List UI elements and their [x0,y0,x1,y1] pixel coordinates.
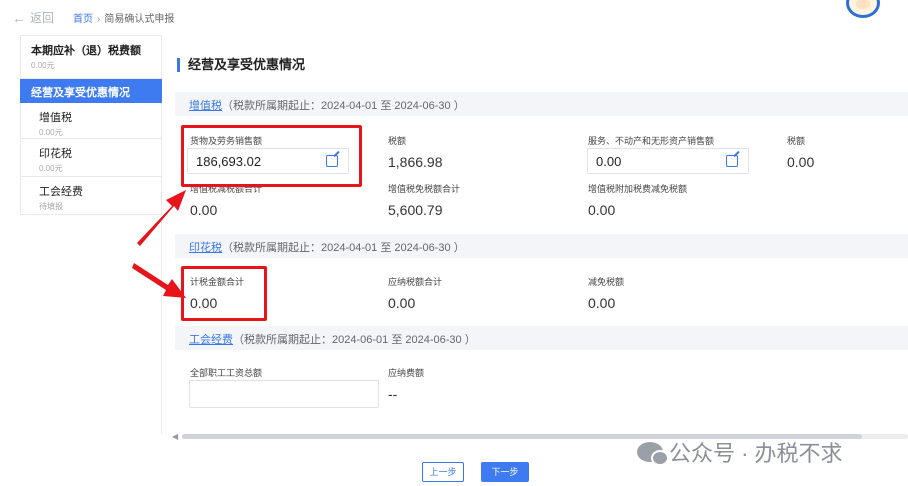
tax2-value: 0.00 [787,154,815,170]
services-sales-label: 服务、不动产和无形资产销售额 [588,136,715,146]
back-link[interactable]: ← 返回 [12,9,54,26]
stamp-period: （税款所属期起止：2024-04-01 至 2024-06-30 ） [222,242,465,254]
sidebar-item-vat[interactable]: 增值税 0.00元 [20,103,162,139]
sidebar-item-sub: 0.00元 [39,128,63,137]
reduction-total-value: 0.00 [190,202,218,218]
sidebar-item-label: 印花税 [39,148,72,160]
stamp-link[interactable]: 印花税 [189,242,222,254]
next-step-button[interactable]: 下一步 [481,462,529,482]
breadcrumb-home[interactable]: 首页 [73,14,93,25]
watermark-text: 公众号 · 办税不求 [669,441,843,466]
services-sales-value: 0.00 [596,154,622,169]
sidebar-item-sub: 0.00元 [39,164,63,173]
stamp-exempt-label: 减免税额 [588,277,625,287]
sidebar-item-label: 本期应补（退）税费额 [31,45,141,57]
stamp-exempt-value: 0.00 [588,295,616,311]
sidebar-item-label: 经营及享受优惠情况 [31,87,130,99]
sidebar-item-union[interactable]: 工会经费 待填报 [20,177,162,215]
highlight-taxable-amount [181,266,267,321]
payable-label: 应纳税额合计 [388,277,443,287]
exempt-total-label: 增值税免税额合计 [388,184,461,194]
section-title: 经营及享受优惠情况 [177,58,305,72]
sidebar-item-stamp[interactable]: 印花税 0.00元 [20,139,162,177]
payable-value: 0.00 [388,295,416,311]
edit-icon[interactable] [726,155,738,167]
stamp-band: 印花税（税款所属期起止：2024-04-01 至 2024-06-30 ） [175,234,908,258]
sidebar-item-label: 工会经费 [39,186,83,198]
surcharge-reduction-value: 0.00 [588,202,616,218]
highlight-goods-sales [181,125,362,187]
top-bar: ← 返回 首页 › 简易确认式申报 [0,0,908,30]
sidebar-item-sub: 0.00元 [31,61,55,70]
vat-period: （税款所属期起止：2024-04-01 至 2024-06-30 ） [222,100,465,112]
breadcrumb-separator: › [97,14,101,25]
avatar-face-icon [856,0,870,9]
avatar[interactable] [846,0,880,18]
breadcrumb: 首页 › 简易确认式申报 [73,10,174,25]
sidebar: 本期应补（退）税费额 0.00元 经营及享受优惠情况 增值税 0.00元 印花税… [20,35,162,435]
union-link[interactable]: 工会经费 [189,334,233,346]
union-band: 工会经费（税款所属期起止：2024-06-01 至 2024-06-30 ） [175,326,908,350]
sidebar-item-business[interactable]: 经营及享受优惠情况 [20,79,162,103]
sidebar-item-label: 增值税 [39,112,72,124]
sidebar-item-sub: 待填报 [39,202,63,211]
tax2-label: 税额 [787,136,806,146]
back-label: 返回 [30,11,55,25]
prev-step-button[interactable]: 上一步 [422,462,464,482]
arrow-left-icon: ← [12,9,26,26]
vat-band: 增值税（税款所属期起止：2024-04-01 至 2024-06-30 ） [175,92,908,116]
fee-label: 应纳费额 [388,368,425,378]
wages-input[interactable] [189,380,379,408]
watermark: 公众号 · 办税不求 [637,436,843,468]
scroll-left-icon[interactable]: ◀ [172,432,178,441]
sidebar-item-total[interactable]: 本期应补（退）税费额 0.00元 [20,35,162,79]
union-period: （税款所属期起止：2024-06-01 至 2024-06-30 ） [233,334,476,346]
wages-label: 全部职工工资总额 [190,368,263,378]
fee-value: -- [388,386,398,402]
exempt-total-value: 5,600.79 [388,202,443,218]
tax-value: 1,866.98 [388,154,443,170]
vat-link[interactable]: 增值税 [189,100,222,112]
surcharge-reduction-label: 增值税附加税费减免税额 [588,184,688,194]
tax-label: 税额 [388,136,407,146]
wechat-icon [637,442,669,466]
breadcrumb-current: 简易确认式申报 [104,14,175,25]
services-sales-input[interactable]: 0.00 [587,148,749,174]
